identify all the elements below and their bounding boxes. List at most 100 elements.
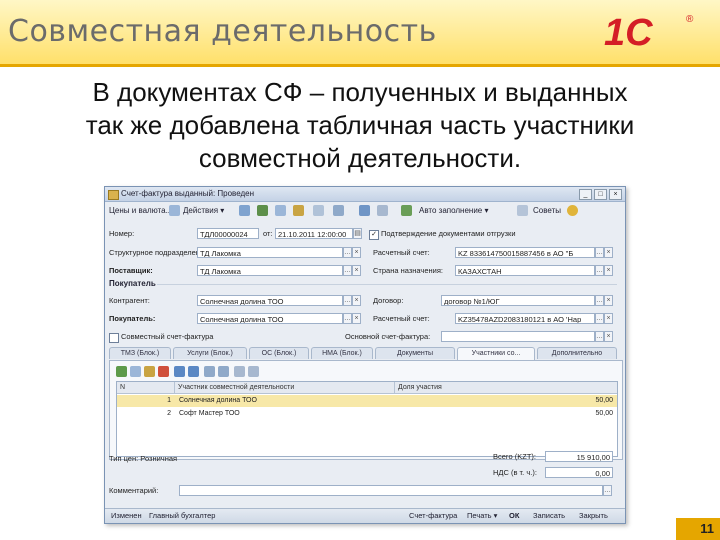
refresh-icon[interactable]	[313, 205, 324, 216]
tab-services[interactable]: Услуги (Блок.)	[173, 347, 247, 359]
autofill-menu[interactable]: Авто заполнение ▾	[419, 204, 489, 217]
row-number: 1	[167, 397, 171, 404]
counterparty-field[interactable]: Солнечная долина ТОО	[197, 295, 343, 306]
fill-icon[interactable]	[234, 366, 245, 377]
invoice-button[interactable]: Счет-фактура	[409, 511, 457, 520]
comment-label: Комментарий:	[109, 486, 159, 495]
save-button[interactable]: Записать	[533, 511, 565, 520]
confirm-shipment-checkbox[interactable]: ✓	[369, 230, 379, 240]
contract-clear-icon[interactable]: ×	[604, 295, 613, 306]
participants-grid: N Участник совместной деятельности Доля …	[116, 381, 618, 457]
help-icon[interactable]	[567, 205, 578, 216]
tab-additional[interactable]: Дополнительно	[537, 347, 617, 359]
page-number-badge: 11	[676, 518, 720, 540]
minimize-icon[interactable]: _	[579, 189, 592, 200]
counterparty-label: Контрагент:	[109, 296, 150, 305]
buyer-account-field[interactable]: KZ35478AZD2083180121 в АО 'Нар	[455, 313, 595, 324]
maximize-icon[interactable]: □	[594, 189, 607, 200]
comment-field[interactable]	[179, 485, 603, 496]
row-participant: Солнечная долина ТОО	[179, 397, 257, 404]
country-field[interactable]: КАЗАХСТАН	[455, 265, 595, 276]
subdivision-clear-icon[interactable]: ×	[352, 247, 361, 258]
vat-value: 0,00	[545, 467, 613, 478]
print-button[interactable]: Печать ▾	[467, 511, 497, 520]
calendar-icon[interactable]: ▤	[353, 228, 362, 239]
price-type-label[interactable]: Тип цен: Розничная	[109, 453, 177, 465]
structure-icon[interactable]	[359, 205, 370, 216]
contract-field[interactable]: договор №1/ЮГ	[441, 295, 595, 306]
post-icon[interactable]	[275, 205, 286, 216]
actions-menu[interactable]: Действия ▾	[183, 204, 224, 217]
move-down-icon[interactable]	[188, 366, 199, 377]
doc-icon[interactable]	[169, 205, 180, 216]
prices-currency-button[interactable]: Цены и валюта...	[109, 204, 172, 217]
copy-row-icon[interactable]	[130, 366, 141, 377]
sort-desc-icon[interactable]	[218, 366, 229, 377]
comment-expand-icon[interactable]: …	[603, 485, 612, 496]
delete-row-icon[interactable]	[158, 366, 169, 377]
tab-participants[interactable]: Участники со...	[457, 347, 535, 360]
account-label: Расчетный счет:	[373, 248, 430, 257]
list-icon[interactable]	[333, 205, 344, 216]
basis-select-icon[interactable]: …	[595, 331, 604, 342]
subdivision-select-icon[interactable]: …	[343, 247, 352, 258]
folder-icon[interactable]	[293, 205, 304, 216]
document-icon	[108, 190, 119, 200]
buyer-account-select-icon[interactable]: …	[595, 313, 604, 324]
basis-invoice-field[interactable]	[441, 331, 595, 342]
number-field[interactable]: ТДЛ00000024	[197, 228, 259, 239]
buyer-account-label: Расчетный счет:	[373, 314, 430, 323]
add-icon[interactable]	[239, 205, 250, 216]
advice-button[interactable]: Советы	[533, 204, 561, 217]
edit-row-icon[interactable]	[144, 366, 155, 377]
supplier-field[interactable]: ТД Лакомка	[197, 265, 343, 276]
settings-icon[interactable]	[517, 205, 528, 216]
save-icon[interactable]	[257, 205, 268, 216]
table-row[interactable]: 2 Софт Мастер ТОО 50,00	[117, 408, 617, 420]
column-header-n[interactable]: N	[117, 382, 175, 394]
buyer-select-icon[interactable]: …	[343, 313, 352, 324]
buyer-section-title: Покупатель	[109, 279, 156, 288]
1c-logo: 1С	[604, 12, 653, 54]
select-icon[interactable]	[248, 366, 259, 377]
counterparty-clear-icon[interactable]: ×	[352, 295, 361, 306]
basis-clear-icon[interactable]: ×	[604, 331, 613, 342]
contract-select-icon[interactable]: …	[595, 295, 604, 306]
grid-icon[interactable]	[377, 205, 388, 216]
ok-button[interactable]: ОК	[509, 511, 519, 520]
buyer-account-clear-icon[interactable]: ×	[604, 313, 613, 324]
country-clear-icon[interactable]: ×	[604, 265, 613, 276]
window-title: Счет-фактура выданный: Проведен	[121, 189, 255, 198]
total-label: Всего (KZT):	[493, 452, 536, 461]
buyer-field[interactable]: Солнечная долина ТОО	[197, 313, 343, 324]
country-select-icon[interactable]: …	[595, 265, 604, 276]
close-button[interactable]: Закрыть	[579, 511, 608, 520]
supplier-select-icon[interactable]: …	[343, 265, 352, 276]
check-icon[interactable]	[401, 205, 412, 216]
invoice-window: Счет-фактура выданный: Проведен _ □ × Цены…	[104, 186, 626, 524]
table-row[interactable]: 1 Солнечная долина ТОО 50,00	[117, 395, 617, 407]
buyer-clear-icon[interactable]: ×	[352, 313, 361, 324]
total-value: 15 910,00	[545, 451, 613, 462]
tab-tmz[interactable]: ТМЗ (Блок.)	[109, 347, 171, 359]
column-header-participant[interactable]: Участник совместной деятельности	[175, 382, 395, 394]
account-select-icon[interactable]: …	[595, 247, 604, 258]
status-changed: Изменен	[111, 511, 142, 520]
account-field[interactable]: KZ 833614750015887456 в АО "Б	[455, 247, 595, 258]
date-field[interactable]: 21.10.2011 12:00:00	[275, 228, 353, 239]
body-line-1: В документах СФ – полученных и выданных	[92, 77, 628, 107]
window-titlebar[interactable]: Счет-фактура выданный: Проведен _ □ ×	[105, 187, 625, 202]
close-icon[interactable]: ×	[609, 189, 622, 200]
counterparty-select-icon[interactable]: …	[343, 295, 352, 306]
account-clear-icon[interactable]: ×	[604, 247, 613, 258]
tab-nma[interactable]: НМА (Блок.)	[311, 347, 373, 359]
sort-asc-icon[interactable]	[204, 366, 215, 377]
column-header-share[interactable]: Доля участия	[395, 382, 617, 394]
tab-os[interactable]: ОС (Блок.)	[249, 347, 309, 359]
joint-invoice-checkbox[interactable]	[109, 333, 119, 343]
supplier-clear-icon[interactable]: ×	[352, 265, 361, 276]
subdivision-field[interactable]: ТД Лакомка	[197, 247, 343, 258]
tab-documents[interactable]: Документы	[375, 347, 455, 359]
move-up-icon[interactable]	[174, 366, 185, 377]
add-row-icon[interactable]	[116, 366, 127, 377]
